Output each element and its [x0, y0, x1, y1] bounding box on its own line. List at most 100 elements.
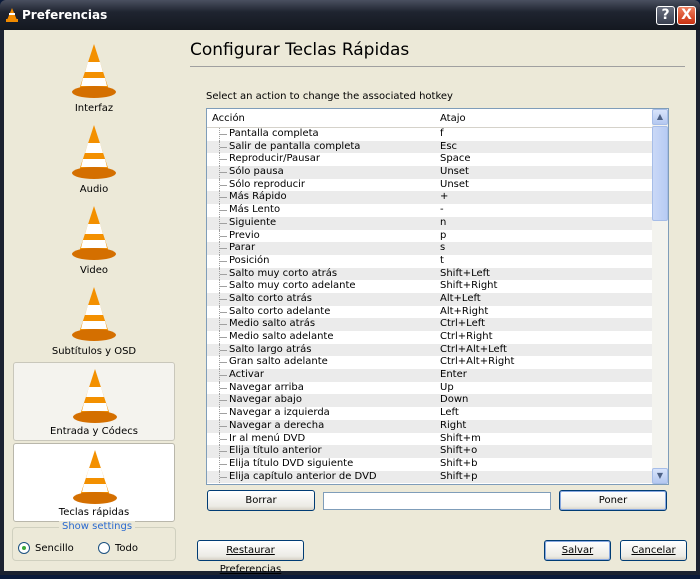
action-cell: Sólo pausa — [229, 166, 284, 178]
clear-button[interactable]: Borrar — [207, 490, 315, 511]
hotkey-cell: Shift+Left — [440, 267, 490, 279]
vlc-cone-interface-icon — [72, 44, 116, 98]
action-cell: Salto corto atrás — [229, 292, 312, 304]
tree-line — [219, 457, 227, 471]
vlc-cone-cable-icon — [73, 369, 117, 423]
table-row[interactable]: Sólo reproducir Unset — [207, 178, 653, 192]
table-row[interactable]: Elija capítulo anterior de DVD Shift+p — [207, 470, 653, 484]
column-header-action[interactable]: Acción — [212, 113, 245, 124]
scroll-up-icon[interactable]: ▲ — [652, 109, 668, 125]
action-cell: Elija título anterior — [229, 445, 322, 457]
sidebar-item-label: Teclas rápidas — [58, 507, 130, 518]
hotkey-cell: Esc — [440, 140, 458, 152]
help-button[interactable]: ? — [656, 6, 675, 25]
radio-button[interactable] — [98, 542, 110, 554]
table-row[interactable]: Posición t — [207, 254, 653, 268]
radio-button-checked[interactable] — [18, 542, 30, 554]
table-row[interactable]: Salto largo atrás Ctrl+Alt+Left — [207, 343, 653, 357]
hotkey-input[interactable] — [323, 492, 551, 510]
hotkeys-table[interactable]: Acción Atajo Pantalla completa f Salir de … — [206, 108, 669, 485]
hotkey-cell: Unset — [440, 166, 469, 178]
action-cell: Pantalla completa — [229, 128, 319, 139]
table-row[interactable]: Elija título anterior Shift+o — [207, 445, 653, 458]
tree-line — [219, 254, 227, 268]
tree-line — [219, 445, 227, 458]
action-cell: Gran salto adelante — [229, 356, 328, 368]
table-row[interactable]: Salto muy corto atrás Shift+Left — [207, 267, 653, 281]
tree-line — [219, 305, 227, 319]
radio-todo[interactable]: Todo — [98, 542, 138, 554]
window-title: Preferencias — [22, 8, 108, 22]
cancel-button[interactable]: Cancelar — [620, 540, 687, 561]
vlc-cone-keyboard-icon — [73, 450, 117, 504]
vlc-cone-headphones-icon — [72, 125, 116, 179]
scroll-thumb[interactable] — [652, 126, 668, 221]
close-button[interactable]: X — [677, 6, 696, 25]
table-row[interactable]: Pantalla completa f — [207, 128, 653, 141]
set-button[interactable]: Poner — [559, 490, 667, 511]
table-row[interactable]: Más Rápido + — [207, 191, 653, 205]
table-row[interactable]: Salto muy corto adelante Shift+Right — [207, 280, 653, 293]
table-row[interactable]: Activar Enter — [207, 369, 653, 382]
page-title: Configurar Teclas Rápidas — [190, 40, 410, 60]
save-label: Salvar — [561, 545, 594, 556]
action-cell: Ir al menú DVD — [229, 432, 306, 444]
table-row[interactable]: Gran salto adelante Ctrl+Alt+Right — [207, 356, 653, 370]
table-row[interactable]: Navegar a izquierda Left — [207, 407, 653, 420]
action-cell: Parar — [229, 242, 256, 254]
table-row[interactable]: Siguiente n — [207, 216, 653, 230]
sidebar-item-3[interactable]: Subtítulos y OSD — [13, 281, 175, 360]
hotkey-cell: n — [440, 216, 447, 228]
table-row[interactable]: Más Lento - — [207, 204, 653, 217]
table-row[interactable]: Navegar arriba Up — [207, 381, 653, 395]
hotkey-cell: Unset — [440, 178, 469, 190]
vertical-scrollbar[interactable]: ▲ ▼ — [652, 109, 668, 484]
sidebar-item-2[interactable]: Video — [13, 200, 175, 279]
tree-line — [219, 153, 227, 167]
scroll-down-icon[interactable]: ▼ — [652, 468, 668, 484]
action-cell: Siguiente — [229, 216, 277, 228]
table-row[interactable]: Elija título DVD siguiente Shift+b — [207, 457, 653, 471]
hotkey-cell: Ctrl+Alt+Left — [440, 343, 507, 355]
action-cell: Activar — [229, 369, 265, 381]
table-row[interactable]: Salir de pantalla completa Esc — [207, 140, 653, 154]
tree-line — [219, 407, 227, 420]
reset-preferences-button[interactable]: Restaurar Preferencias — [197, 540, 304, 575]
hotkey-cell: t — [440, 254, 444, 266]
sidebar-item-label: Entrada y Códecs — [50, 426, 138, 437]
action-cell: Posición — [229, 254, 270, 266]
sidebar-item-0[interactable]: Interfaz — [13, 38, 175, 117]
hotkey-cell: + — [440, 191, 449, 203]
table-row[interactable]: Navegar abajo Down — [207, 394, 653, 408]
action-cell: Elija título DVD siguiente — [229, 457, 354, 469]
table-row[interactable]: Medio salto adelante Ctrl+Right — [207, 331, 653, 344]
table-row[interactable]: Ir al menú DVD Shift+m — [207, 432, 653, 446]
table-row[interactable]: Previo p — [207, 229, 653, 243]
table-row[interactable]: Sólo pausa Unset — [207, 166, 653, 179]
hotkey-cell: Shift+Right — [440, 280, 498, 292]
column-header-hotkey[interactable]: Atajo — [440, 113, 466, 124]
table-row[interactable]: Salto corto atrás Alt+Left — [207, 292, 653, 306]
tree-line — [219, 331, 227, 344]
save-button[interactable]: Salvar — [544, 540, 611, 561]
hotkey-cell: Down — [440, 394, 469, 406]
action-cell: Elija capítulo anterior de DVD — [229, 470, 377, 482]
radio-sencillo[interactable]: Sencillo — [18, 542, 74, 554]
title-bar: Preferencias ? X — [0, 0, 700, 30]
tree-line — [219, 128, 227, 141]
hotkey-cell: Space — [440, 153, 471, 165]
tree-line — [219, 242, 227, 255]
sidebar-item-1[interactable]: Audio — [13, 119, 175, 198]
sidebar-item-4[interactable]: Entrada y Códecs — [13, 362, 175, 441]
table-row[interactable]: Medio salto atrás Ctrl+Left — [207, 318, 653, 331]
table-row[interactable]: Reproducir/Pausar Space — [207, 153, 653, 167]
table-row[interactable]: Navegar a derecha Right — [207, 419, 653, 433]
table-row[interactable]: Parar s — [207, 242, 653, 255]
radio-label: Todo — [115, 542, 138, 554]
vlc-cone-glasses-icon — [72, 206, 116, 260]
sidebar-item-5[interactable]: Teclas rápidas — [13, 443, 175, 522]
action-cell: Medio salto atrás — [229, 318, 316, 330]
action-cell: Medio salto adelante — [229, 331, 334, 342]
action-cell: Navegar abajo — [229, 394, 302, 406]
table-row[interactable]: Salto corto adelante Alt+Right — [207, 305, 653, 319]
